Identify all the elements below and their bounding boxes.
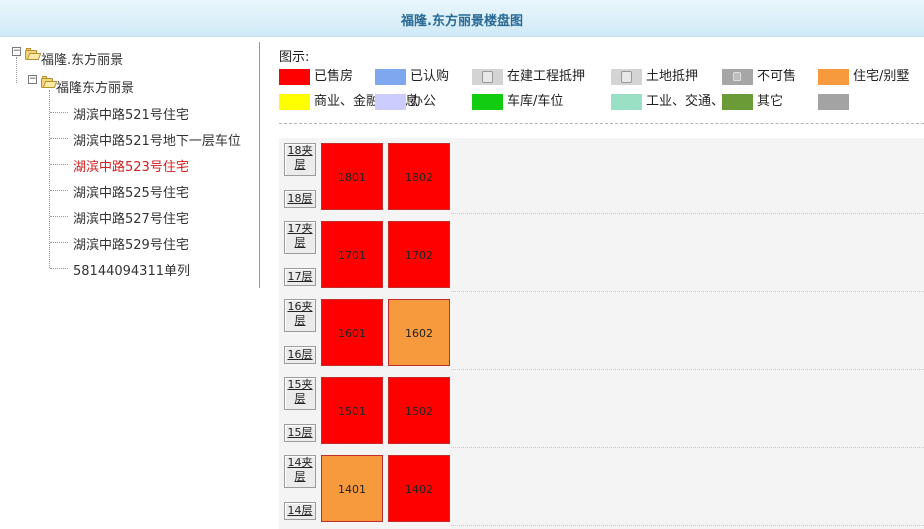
mortgage-icon — [621, 71, 632, 83]
unit-cell[interactable]: 1402 — [388, 455, 450, 522]
legend-swatch — [472, 94, 503, 110]
tree-leaf-item[interactable]: 湖滨中路525号住宅 — [73, 182, 189, 201]
legend-swatch — [722, 94, 753, 110]
panel-divider — [259, 42, 260, 288]
tree-leaf-item[interactable]: 湖滨中路529号住宅 — [73, 234, 189, 253]
legend-swatch — [611, 69, 642, 85]
floor-button[interactable]: 16层 — [284, 346, 316, 364]
tree-leaf-item[interactable]: 湖滨中路527号住宅 — [73, 208, 189, 227]
tree-leaf-item[interactable]: 湖滨中路521号住宅 — [73, 104, 189, 123]
legend-label: 不可售 — [757, 69, 797, 84]
unit-cell[interactable]: 1602 — [388, 299, 450, 366]
legend-label: 在建工程抵押 — [507, 69, 586, 84]
legend-label: 土地抵押 — [646, 69, 699, 84]
unit-cell[interactable]: 1701 — [321, 221, 383, 288]
legend-label: 已售房 — [314, 69, 354, 84]
folder-open-icon — [25, 48, 42, 60]
legend-divider — [279, 123, 924, 124]
floor-row: 16夹层 16层 1601 1602 — [279, 294, 924, 372]
floor-button[interactable]: 18层 — [284, 190, 316, 208]
tree-leaf-item[interactable]: 58144094311单列 — [73, 260, 190, 279]
mezzanine-floor-button[interactable]: 17夹层 — [284, 221, 316, 254]
collapse-toggle-root[interactable]: − — [12, 47, 21, 56]
legend-label: 车库/车位 — [507, 94, 564, 109]
mezzanine-floor-button[interactable]: 15夹层 — [284, 377, 316, 410]
lock-icon — [733, 72, 741, 81]
legend-swatch — [375, 69, 406, 85]
unit-cell[interactable]: 1401 — [321, 455, 383, 522]
tree-child-label[interactable]: 福隆东方丽景 — [56, 77, 134, 96]
legend-swatch — [279, 69, 310, 85]
legend-swatch — [375, 94, 406, 110]
unit-cell[interactable]: 1702 — [388, 221, 450, 288]
legend-swatch — [722, 69, 753, 85]
floor-button[interactable]: 17层 — [284, 268, 316, 286]
row-guide-line — [451, 525, 924, 526]
mortgage-icon — [482, 71, 493, 83]
legend-title: 图示: — [279, 50, 310, 65]
project-tree: − 福隆.东方丽景 − 福隆东方丽景 湖滨中路521号住宅湖滨中路521号地下一… — [0, 38, 262, 529]
unit-cell[interactable]: 1501 — [321, 377, 383, 444]
folder-open-icon — [41, 76, 58, 88]
legend-swatch — [279, 94, 310, 110]
floor-row: 17夹层 17层 1701 1702 — [279, 216, 924, 294]
row-guide-line — [451, 369, 924, 370]
collapse-toggle-child[interactable]: − — [28, 75, 37, 84]
tree-root-label[interactable]: 福隆.东方丽景 — [41, 49, 123, 68]
mezzanine-floor-button[interactable]: 14夹层 — [284, 455, 316, 488]
page-title: 福隆.东方丽景楼盘图 — [401, 14, 523, 29]
unit-cell[interactable]: 1502 — [388, 377, 450, 444]
unit-cell[interactable]: 1601 — [321, 299, 383, 366]
floor-row: 15夹层 15层 1501 1502 — [279, 372, 924, 450]
row-guide-line — [451, 213, 924, 214]
floor-row: 18夹层 18层 1801 1802 — [279, 138, 924, 216]
tree-leaf-item[interactable]: 湖滨中路523号住宅 — [73, 156, 189, 175]
floor-button[interactable]: 14层 — [284, 502, 316, 520]
legend-label: 已认购 — [410, 69, 450, 84]
row-guide-line — [451, 291, 924, 292]
unit-cell[interactable]: 1802 — [388, 143, 450, 210]
page-header: 福隆.东方丽景楼盘图 — [0, 0, 924, 37]
unit-cell[interactable]: 1801 — [321, 143, 383, 210]
legend-swatch — [818, 94, 849, 110]
legend-swatch — [611, 94, 642, 110]
mezzanine-floor-button[interactable]: 18夹层 — [284, 143, 316, 176]
floor-grid: 18夹层 18层 1801 1802 17夹层 17层 1701 1702 16夹层 16层 160… — [279, 138, 924, 529]
legend-label: 办公 — [410, 94, 437, 109]
row-guide-line — [451, 447, 924, 448]
legend-label: 其它 — [757, 94, 784, 109]
legend-label: 住宅/别墅 — [853, 69, 910, 84]
tree-leaf-item[interactable]: 湖滨中路521号地下一层车位 — [73, 130, 241, 149]
floor-row: 14夹层 14层 1401 1402 — [279, 450, 924, 528]
legend-swatch — [818, 69, 849, 85]
mezzanine-floor-button[interactable]: 16夹层 — [284, 299, 316, 332]
floor-button[interactable]: 15层 — [284, 424, 316, 442]
legend-swatch — [472, 69, 503, 85]
